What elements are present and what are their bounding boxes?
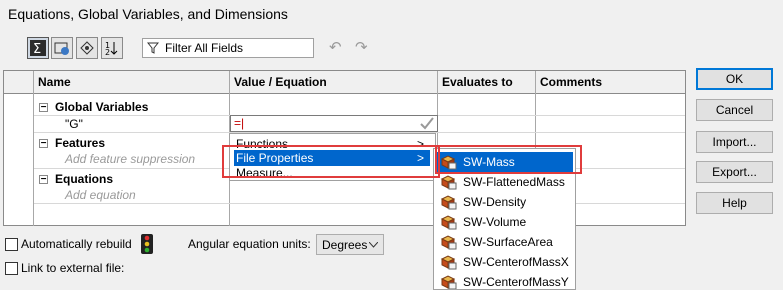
- svg-text:Σ: Σ: [33, 42, 41, 56]
- link-external-checkbox[interactable]: [5, 262, 18, 275]
- checkmark-icon[interactable]: [420, 117, 434, 130]
- equation-input[interactable]: =|: [230, 115, 438, 132]
- import-button[interactable]: Import...: [696, 131, 773, 153]
- equation-context-menu: Functions > File Properties > Measure...: [229, 133, 436, 181]
- auto-rebuild-label: Automatically rebuild: [21, 237, 132, 251]
- filter-funnel-icon: [147, 42, 159, 54]
- svg-text:2: 2: [105, 48, 110, 56]
- row-divider: [34, 203, 685, 204]
- equation-placeholder[interactable]: Add equation: [65, 186, 136, 204]
- menu-item-file-properties[interactable]: File Properties >: [234, 150, 430, 166]
- property-icon: [440, 175, 457, 190]
- property-item[interactable]: SW-Mass: [436, 152, 573, 172]
- header-name[interactable]: Name: [34, 71, 230, 93]
- sketch-equation-view-icon[interactable]: [51, 37, 73, 59]
- collapse-icon[interactable]: −: [39, 174, 48, 184]
- section-label: Global Variables: [55, 100, 149, 114]
- sigma-equation-view-icon[interactable]: Σ: [27, 37, 49, 59]
- property-label: SW-Volume: [463, 215, 527, 229]
- property-item[interactable]: SW-FlattenedMass: [436, 172, 573, 192]
- property-icon: [440, 195, 457, 210]
- property-icon: [440, 275, 457, 289]
- property-label: SW-FlattenedMass: [463, 175, 565, 189]
- equation-value: =|: [234, 116, 245, 130]
- chevron-down-icon: [369, 242, 378, 248]
- collapse-icon[interactable]: −: [39, 138, 48, 148]
- menu-item-label: File Properties: [236, 151, 314, 165]
- header-evaluates[interactable]: Evaluates to: [438, 71, 536, 93]
- menu-item-label: Functions: [236, 137, 289, 151]
- window-title: Equations, Global Variables, and Dimensi…: [8, 6, 288, 22]
- export-button[interactable]: Export...: [696, 161, 773, 183]
- filter-field[interactable]: Filter All Fields: [142, 38, 314, 58]
- feature-placeholder[interactable]: Add feature suppression: [65, 150, 195, 168]
- property-icon: [440, 255, 457, 270]
- header-value[interactable]: Value / Equation: [230, 71, 438, 93]
- property-item[interactable]: SW-CenterofMassY: [436, 272, 573, 289]
- dimension-view-icon[interactable]: [76, 37, 98, 59]
- property-item[interactable]: SW-CenterofMassX: [436, 252, 573, 272]
- ordered-view-icon[interactable]: 12: [101, 37, 123, 59]
- section-global-variables[interactable]: − Global Variables: [39, 98, 148, 116]
- menu-item-label: Measure...: [236, 166, 293, 180]
- link-external-label: Link to external file:: [21, 261, 125, 275]
- property-label: SW-CenterofMassY: [463, 275, 569, 289]
- property-item[interactable]: SW-SurfaceArea: [436, 232, 573, 252]
- cancel-button[interactable]: Cancel: [696, 99, 773, 121]
- property-label: SW-Density: [463, 195, 527, 209]
- angular-units-value: Degrees: [322, 237, 368, 252]
- property-label: SW-Mass: [463, 155, 515, 169]
- variable-name[interactable]: "G": [65, 115, 83, 133]
- property-icon: [440, 235, 457, 250]
- submenu-arrow-icon: >: [416, 151, 424, 165]
- property-icon: [440, 155, 457, 170]
- menu-item-measure[interactable]: Measure...: [234, 165, 430, 181]
- auto-rebuild-checkbox[interactable]: [5, 238, 18, 251]
- traffic-light-icon[interactable]: [137, 234, 157, 254]
- property-item[interactable]: SW-Density: [436, 192, 573, 212]
- angular-units-select[interactable]: Degrees: [316, 234, 384, 255]
- filter-label: Filter All Fields: [165, 41, 244, 55]
- help-button[interactable]: Help: [696, 192, 773, 214]
- header-comments[interactable]: Comments: [536, 71, 685, 93]
- property-label: SW-CenterofMassX: [463, 255, 569, 269]
- undo-icon[interactable]: ↶: [329, 38, 342, 56]
- property-icon: [440, 215, 457, 230]
- collapse-icon[interactable]: −: [39, 102, 48, 112]
- angular-units-label: Angular equation units:: [188, 237, 311, 251]
- property-item[interactable]: SW-Volume: [436, 212, 573, 232]
- ok-button[interactable]: OK: [696, 68, 773, 90]
- file-properties-submenu: SW-Mass SW-FlattenedMass SW-Density SW-V…: [433, 148, 576, 290]
- property-label: SW-SurfaceArea: [463, 235, 553, 249]
- redo-icon[interactable]: ↷: [355, 38, 368, 56]
